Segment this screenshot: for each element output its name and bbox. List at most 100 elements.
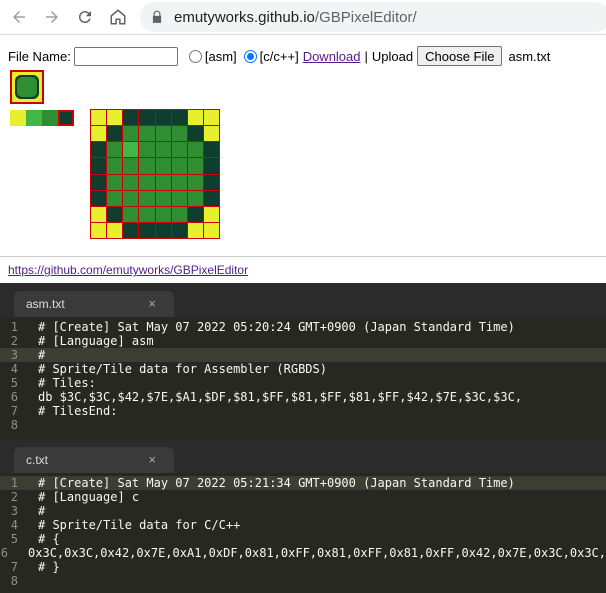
radio-c[interactable] — [243, 49, 257, 63]
pixel-cell[interactable] — [107, 222, 123, 238]
pixel-cell[interactable] — [91, 222, 107, 238]
file-name-input[interactable] — [73, 46, 178, 66]
pixel-cell[interactable] — [107, 126, 123, 142]
pixel-cell[interactable] — [139, 174, 155, 190]
pixel-cell[interactable] — [123, 158, 139, 174]
pixel-cell[interactable] — [155, 110, 171, 126]
palette-swatch[interactable] — [26, 110, 42, 126]
pixel-cell[interactable] — [171, 206, 187, 222]
pixel-cell[interactable] — [123, 206, 139, 222]
code-line: 2 # [Language] asm — [0, 334, 606, 348]
pixel-cell[interactable] — [171, 222, 187, 238]
pixel-cell[interactable] — [139, 206, 155, 222]
pixel-cell[interactable] — [91, 110, 107, 126]
code-line: 8 — [0, 574, 606, 588]
pixel-cell[interactable] — [123, 222, 139, 238]
pixel-cell[interactable] — [123, 142, 139, 158]
pixel-cell[interactable] — [91, 142, 107, 158]
pixel-cell[interactable] — [139, 110, 155, 126]
tab-label: asm.txt — [26, 297, 65, 311]
pixel-cell[interactable] — [203, 174, 219, 190]
preview-fill — [17, 77, 37, 97]
palette-swatch[interactable] — [42, 110, 58, 126]
pixel-cell[interactable] — [203, 190, 219, 206]
pixel-cell[interactable] — [187, 126, 203, 142]
pixel-cell[interactable] — [171, 190, 187, 206]
pixel-cell[interactable] — [91, 174, 107, 190]
radio-asm[interactable] — [188, 49, 202, 63]
pixel-cell[interactable] — [155, 142, 171, 158]
pixel-cell[interactable] — [171, 158, 187, 174]
pixel-cell[interactable] — [155, 174, 171, 190]
pixel-cell[interactable] — [203, 206, 219, 222]
line-number: 4 — [10, 362, 18, 376]
pixel-cell[interactable] — [187, 158, 203, 174]
pixel-cell[interactable] — [107, 190, 123, 206]
pixel-cell[interactable] — [139, 222, 155, 238]
palette-swatch[interactable] — [10, 110, 26, 126]
close-icon[interactable]: × — [148, 296, 156, 311]
pixel-cell[interactable] — [123, 190, 139, 206]
pixel-cell[interactable] — [107, 174, 123, 190]
pixel-cell[interactable] — [187, 222, 203, 238]
radio-c-label: [c/c++] — [259, 48, 299, 64]
pixel-grid[interactable] — [90, 109, 220, 239]
pixel-cell[interactable] — [91, 158, 107, 174]
pixel-cell[interactable] — [139, 190, 155, 206]
repo-link[interactable]: https://github.com/emutyworks/GBPixelEdi… — [8, 263, 248, 277]
pixel-cell[interactable] — [91, 190, 107, 206]
pixel-cell[interactable] — [107, 110, 123, 126]
code-line: 3 # — [0, 504, 606, 518]
pixel-cell[interactable] — [171, 110, 187, 126]
pixel-cell[interactable] — [123, 174, 139, 190]
pixel-cell[interactable] — [171, 174, 187, 190]
choose-file-button[interactable]: Choose File — [417, 46, 503, 66]
pixel-cell[interactable] — [155, 126, 171, 142]
pixel-cell[interactable] — [203, 142, 219, 158]
pixel-cell[interactable] — [171, 142, 187, 158]
close-icon[interactable]: × — [148, 452, 156, 467]
pixel-cell[interactable] — [139, 126, 155, 142]
pixel-cell[interactable] — [139, 142, 155, 158]
pixel-cell[interactable] — [187, 190, 203, 206]
pixel-cell[interactable] — [155, 158, 171, 174]
tab-c[interactable]: c.txt × — [14, 447, 174, 473]
pixel-cell[interactable] — [123, 126, 139, 142]
pixel-cell[interactable] — [91, 206, 107, 222]
code-area[interactable]: 1 # [Create] Sat May 07 2022 05:21:34 GMT… — [0, 473, 606, 593]
download-link[interactable]: Download — [303, 49, 361, 64]
code-text: # [Create] Sat May 07 2022 05:21:34 GMT+… — [38, 476, 515, 490]
pixel-cell[interactable] — [139, 158, 155, 174]
pixel-cell[interactable] — [187, 174, 203, 190]
back-button[interactable] — [5, 3, 33, 31]
pixel-cell[interactable] — [107, 158, 123, 174]
reload-button[interactable] — [71, 3, 99, 31]
pixel-cell[interactable] — [171, 126, 187, 142]
pixel-cell[interactable] — [91, 126, 107, 142]
pixel-cell[interactable] — [155, 222, 171, 238]
code-text: # Sprite/Tile data for Assembler (RGBDS) — [38, 362, 327, 376]
pixel-cell[interactable] — [203, 126, 219, 142]
line-number: 1 — [10, 320, 18, 334]
pixel-cell[interactable] — [107, 142, 123, 158]
pixel-cell[interactable] — [203, 158, 219, 174]
palette-swatch[interactable] — [58, 110, 74, 126]
pixel-cell[interactable] — [187, 206, 203, 222]
forward-button[interactable] — [38, 3, 66, 31]
address-bar[interactable]: emutyworks.github.io/GBPixelEditor/ — [140, 2, 606, 32]
code-area[interactable]: 1 # [Create] Sat May 07 2022 05:20:24 GMT… — [0, 317, 606, 439]
pixel-cell[interactable] — [187, 142, 203, 158]
home-button[interactable] — [104, 3, 132, 31]
code-text: # Tiles: — [38, 376, 96, 390]
file-name-label: File Name: — [8, 48, 71, 64]
pixel-cell[interactable] — [107, 206, 123, 222]
pixel-cell[interactable] — [155, 190, 171, 206]
pixel-cell[interactable] — [203, 222, 219, 238]
pixel-cell[interactable] — [187, 110, 203, 126]
tab-asm[interactable]: asm.txt × — [14, 291, 174, 317]
line-number: 6 — [10, 390, 18, 404]
pixel-cell[interactable] — [203, 110, 219, 126]
code-line: 5 # { — [0, 532, 606, 546]
pixel-cell[interactable] — [155, 206, 171, 222]
pixel-cell[interactable] — [123, 110, 139, 126]
